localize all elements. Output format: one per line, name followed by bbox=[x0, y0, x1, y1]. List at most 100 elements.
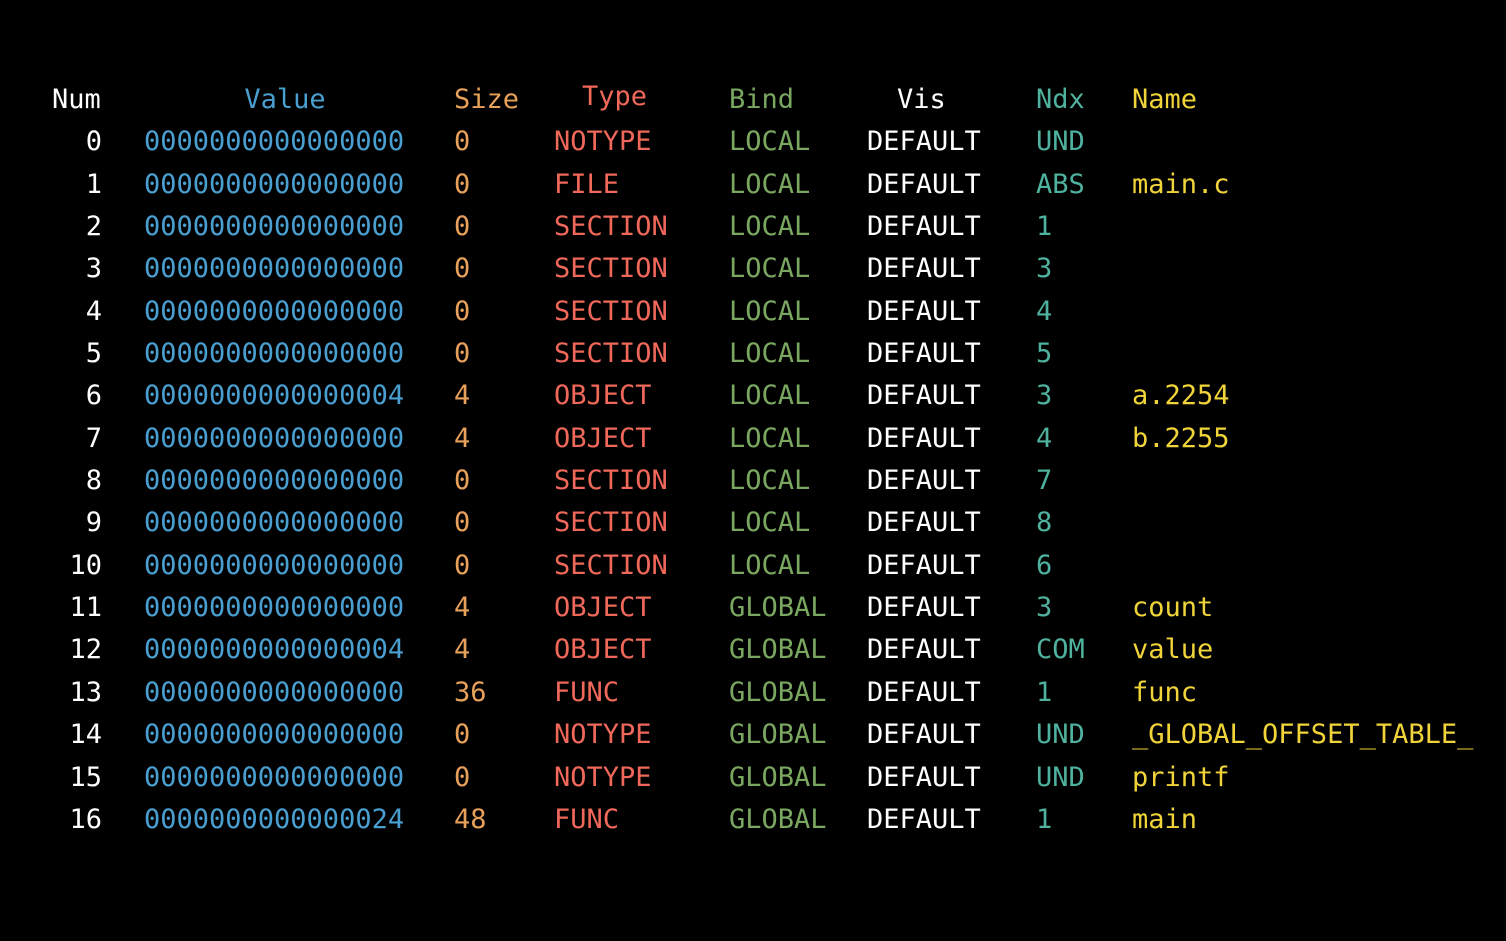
table-row: 5 0000000000000000 0 SECTION LOCAL DEFAULT 5 bbox=[52, 333, 1502, 375]
cell-bind: LOCAL bbox=[729, 126, 811, 158]
cell-type: FILE bbox=[554, 168, 620, 200]
header-type: Type bbox=[582, 81, 648, 112]
symbol-table: Num Value Size Type Bind Vis Ndx Name 00… bbox=[52, 79, 1502, 841]
cell-size: 0 bbox=[454, 211, 471, 243]
cell-vis: DEFAULT bbox=[867, 422, 981, 454]
cell-vis: DEFAULT bbox=[867, 507, 981, 539]
table-row: 4 0000000000000000 0 SECTION LOCAL DEFAULT 4 bbox=[52, 291, 1502, 333]
cell-type: SECTION bbox=[554, 549, 668, 581]
cell-ndx: 6 bbox=[1036, 549, 1053, 581]
cell-vis: DEFAULT bbox=[867, 126, 981, 158]
cell-vis: DEFAULT bbox=[867, 380, 981, 412]
cell-type: SECTION bbox=[554, 338, 668, 370]
cell-value: 0000000000000000 bbox=[144, 126, 405, 158]
cell-name: printf bbox=[1132, 761, 1230, 793]
cell-type: NOTYPE bbox=[554, 719, 652, 751]
cell-num: 12 bbox=[69, 634, 102, 666]
cell-value: 0000000000000004 bbox=[144, 634, 405, 666]
cell-bind: GLOBAL bbox=[729, 719, 827, 751]
cell-num: 15 bbox=[69, 761, 102, 793]
cell-vis: DEFAULT bbox=[867, 676, 981, 708]
cell-ndx: 1 bbox=[1036, 211, 1053, 243]
cell-bind: LOCAL bbox=[729, 507, 811, 539]
cell-num: 6 bbox=[85, 380, 102, 412]
cell-bind: GLOBAL bbox=[729, 803, 827, 835]
table-row: 9 0000000000000000 0 SECTION LOCAL DEFAULT 8 bbox=[52, 502, 1502, 544]
cell-ndx: UND bbox=[1036, 126, 1085, 158]
cell-type: SECTION bbox=[554, 465, 668, 497]
cell-name: main bbox=[1132, 803, 1198, 835]
cell-type: SECTION bbox=[554, 295, 668, 327]
cell-value: 0000000000000024 bbox=[144, 803, 405, 835]
cell-value: 0000000000000000 bbox=[144, 507, 405, 539]
cell-type: SECTION bbox=[554, 507, 668, 539]
cell-vis: DEFAULT bbox=[867, 295, 981, 327]
cell-vis: DEFAULT bbox=[867, 634, 981, 666]
header-size: Size bbox=[454, 84, 520, 115]
table-row: 0 0000000000000000 0 NOTYPE LOCAL DEFAULT UND bbox=[52, 121, 1502, 163]
header-ndx: Ndx bbox=[1036, 84, 1085, 115]
table-header: Num Value Size Type Bind Vis Ndx Name bbox=[52, 79, 1502, 121]
cell-type: SECTION bbox=[554, 211, 668, 243]
cell-vis: DEFAULT bbox=[867, 338, 981, 370]
cell-size: 4 bbox=[454, 422, 471, 454]
cell-num: 4 bbox=[85, 295, 102, 327]
cell-vis: DEFAULT bbox=[867, 803, 981, 835]
cell-name: count bbox=[1132, 592, 1214, 624]
cell-name: value bbox=[1132, 634, 1214, 666]
table-row: 16 0000000000000024 48 FUNC GLOBAL DEFAULT 1 ma… bbox=[52, 799, 1502, 841]
cell-value: 0000000000000004 bbox=[144, 380, 405, 412]
cell-num: 1 bbox=[85, 168, 102, 200]
cell-ndx: UND bbox=[1036, 761, 1085, 793]
cell-size: 36 bbox=[454, 676, 487, 708]
cell-vis: DEFAULT bbox=[867, 761, 981, 793]
cell-bind: LOCAL bbox=[729, 338, 811, 370]
table-row: 12 0000000000000004 4 OBJECT GLOBAL DEFAULT CO… bbox=[52, 629, 1502, 671]
cell-num: 5 bbox=[85, 338, 102, 370]
cell-value: 0000000000000000 bbox=[144, 253, 405, 285]
cell-size: 0 bbox=[454, 465, 471, 497]
cell-num: 13 bbox=[69, 676, 102, 708]
cell-bind: LOCAL bbox=[729, 422, 811, 454]
cell-size: 0 bbox=[454, 719, 471, 751]
cell-value: 0000000000000000 bbox=[144, 295, 405, 327]
table-row: 3 0000000000000000 0 SECTION LOCAL DEFAULT 3 bbox=[52, 248, 1502, 290]
cell-bind: LOCAL bbox=[729, 380, 811, 412]
cell-value: 0000000000000000 bbox=[144, 719, 405, 751]
cell-type: FUNC bbox=[554, 803, 620, 835]
header-num: Num bbox=[52, 84, 101, 115]
cell-vis: DEFAULT bbox=[867, 465, 981, 497]
cell-ndx: 4 bbox=[1036, 295, 1053, 327]
cell-type: FUNC bbox=[554, 676, 620, 708]
cell-bind: LOCAL bbox=[729, 549, 811, 581]
cell-num: 2 bbox=[85, 211, 102, 243]
cell-size: 48 bbox=[454, 803, 487, 835]
table-row: 7 0000000000000000 4 OBJECT LOCAL DEFAULT 4 b.2… bbox=[52, 418, 1502, 460]
cell-size: 0 bbox=[454, 761, 471, 793]
cell-num: 7 bbox=[85, 422, 102, 454]
table-row: 8 0000000000000000 0 SECTION LOCAL DEFAULT 7 bbox=[52, 460, 1502, 502]
cell-num: 8 bbox=[85, 465, 102, 497]
cell-bind: LOCAL bbox=[729, 295, 811, 327]
cell-name: _GLOBAL_OFFSET_TABLE_ bbox=[1132, 719, 1474, 751]
cell-num: 9 bbox=[85, 507, 102, 539]
cell-ndx: UND bbox=[1036, 719, 1085, 751]
cell-type: NOTYPE bbox=[554, 761, 652, 793]
cell-value: 0000000000000000 bbox=[144, 338, 405, 370]
cell-ndx: 1 bbox=[1036, 676, 1053, 708]
cell-type: NOTYPE bbox=[554, 126, 652, 158]
cell-value: 0000000000000000 bbox=[144, 422, 405, 454]
table-row: 1 0000000000000000 0 FILE LOCAL DEFAULT ABS mai… bbox=[52, 164, 1502, 206]
cell-type: SECTION bbox=[554, 253, 668, 285]
cell-num: 3 bbox=[85, 253, 102, 285]
cell-name: main.c bbox=[1132, 168, 1230, 200]
cell-bind: GLOBAL bbox=[729, 634, 827, 666]
cell-num: 10 bbox=[69, 549, 102, 581]
cell-size: 0 bbox=[454, 295, 471, 327]
table-row: 10 0000000000000000 0 SECTION LOCAL DEFAULT 6 bbox=[52, 545, 1502, 587]
table-row: 14 0000000000000000 0 NOTYPE GLOBAL DEFAULT UN… bbox=[52, 714, 1502, 756]
cell-name: a.2254 bbox=[1132, 380, 1230, 412]
cell-bind: LOCAL bbox=[729, 253, 811, 285]
table-row: 15 0000000000000000 0 NOTYPE GLOBAL DEFAULT UN… bbox=[52, 757, 1502, 799]
cell-type: OBJECT bbox=[554, 422, 652, 454]
